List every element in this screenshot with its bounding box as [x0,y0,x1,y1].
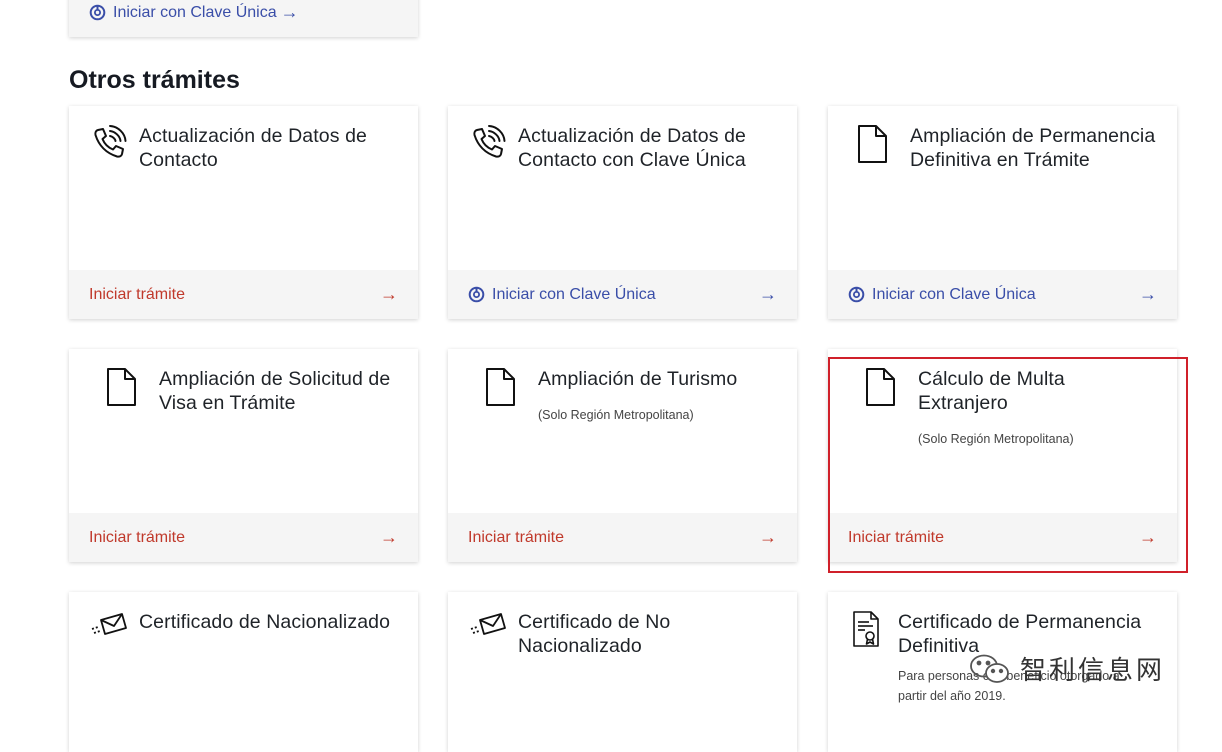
watermark-text: 智利信息网 [1020,655,1166,685]
card-title: Ampliación de Solicitud de Visa en Trámi… [159,368,391,414]
document-icon [476,367,524,407]
arrow-right-icon: → [1139,284,1157,304]
arrow-right-icon: → [380,284,398,304]
iniciar-tramite-link[interactable]: Iniciar trámite → [69,270,418,319]
card-actualizacion-datos-clave: Actualización de Datos de Contacto con C… [448,106,797,319]
card-title: Ampliación de Turismo [538,368,738,390]
watermark: 智利信息网 [968,650,1165,687]
card-title: Cálculo de Multa Extranjero [918,368,1065,414]
card-title: Actualización de Datos de Contacto [139,125,367,171]
iniciar-tramite-link[interactable]: Iniciar trámite → [828,513,1177,562]
card-ampliacion-permanencia: Ampliación de Permanencia Definitiva en … [828,106,1177,319]
top-card-link-label: Iniciar con Clave Única [113,3,277,21]
arrow-right-icon: → [1139,527,1157,547]
iniciar-clave-unica-link[interactable]: Iniciar con Clave Única → [448,270,797,319]
section-title: Otros trámites [69,66,240,94]
action-label: Iniciar con Clave Única [492,285,656,303]
card-title: Certificado de Nacionalizado [139,611,391,633]
iniciar-clave-unica-link[interactable]: Iniciar con Clave Única → [828,270,1177,319]
action-label: Iniciar trámite [89,285,186,303]
arrow-right-icon: → [280,2,299,22]
action-label: Iniciar con Clave Única [872,285,1036,303]
document-icon [856,367,904,407]
wechat-icon [968,652,1012,686]
arrow-right-icon: → [759,527,777,547]
action-label: Iniciar trámite [848,528,945,546]
card-title: Actualización de Datos de Contacto con C… [518,125,746,171]
iniciar-tramite-link[interactable]: Iniciar trámite → [448,513,797,562]
certificate-icon [848,610,884,650]
document-icon [848,124,896,164]
card-subtitle: (Solo Región Metropolitana) [538,408,694,422]
card-ampliacion-turismo: Ampliación de Turismo (Solo Región Metro… [448,349,797,562]
card-certificado-nacionalizado: Certificado de Nacionalizado [69,592,418,752]
arrow-right-icon: → [759,284,777,304]
card-title: Ampliación de Permanencia Definitiva en … [910,125,1156,171]
phone-icon [468,124,508,164]
top-card-clave-link[interactable]: Iniciar con Clave Única → [69,0,418,37]
card-ampliacion-visa: Ampliación de Solicitud de Visa en Trámi… [69,349,418,562]
iniciar-tramite-link[interactable]: Iniciar trámite → [69,513,418,562]
action-label: Iniciar trámite [89,528,186,546]
card-certificado-no-nacionalizado: Certificado de No Nacionalizado [448,592,797,752]
envelope-icon [468,610,508,650]
phone-icon [89,124,129,164]
clave-unica-icon [89,4,106,21]
clave-unica-icon [468,286,485,303]
arrow-right-icon: → [380,527,398,547]
card-subtitle: (Solo Región Metropolitana) [918,432,1074,446]
envelope-icon [89,610,129,650]
card-calculo-multa: Cálculo de Multa Extranjero (Solo Región… [828,349,1177,562]
card-actualizacion-datos: Actualización de Datos de Contacto Inici… [69,106,418,319]
card-title: Certificado de No Nacionalizado [518,611,671,657]
top-card: Iniciar con Clave Única → [69,0,418,37]
action-label: Iniciar trámite [468,528,565,546]
document-icon [97,367,145,407]
clave-unica-icon [848,286,865,303]
